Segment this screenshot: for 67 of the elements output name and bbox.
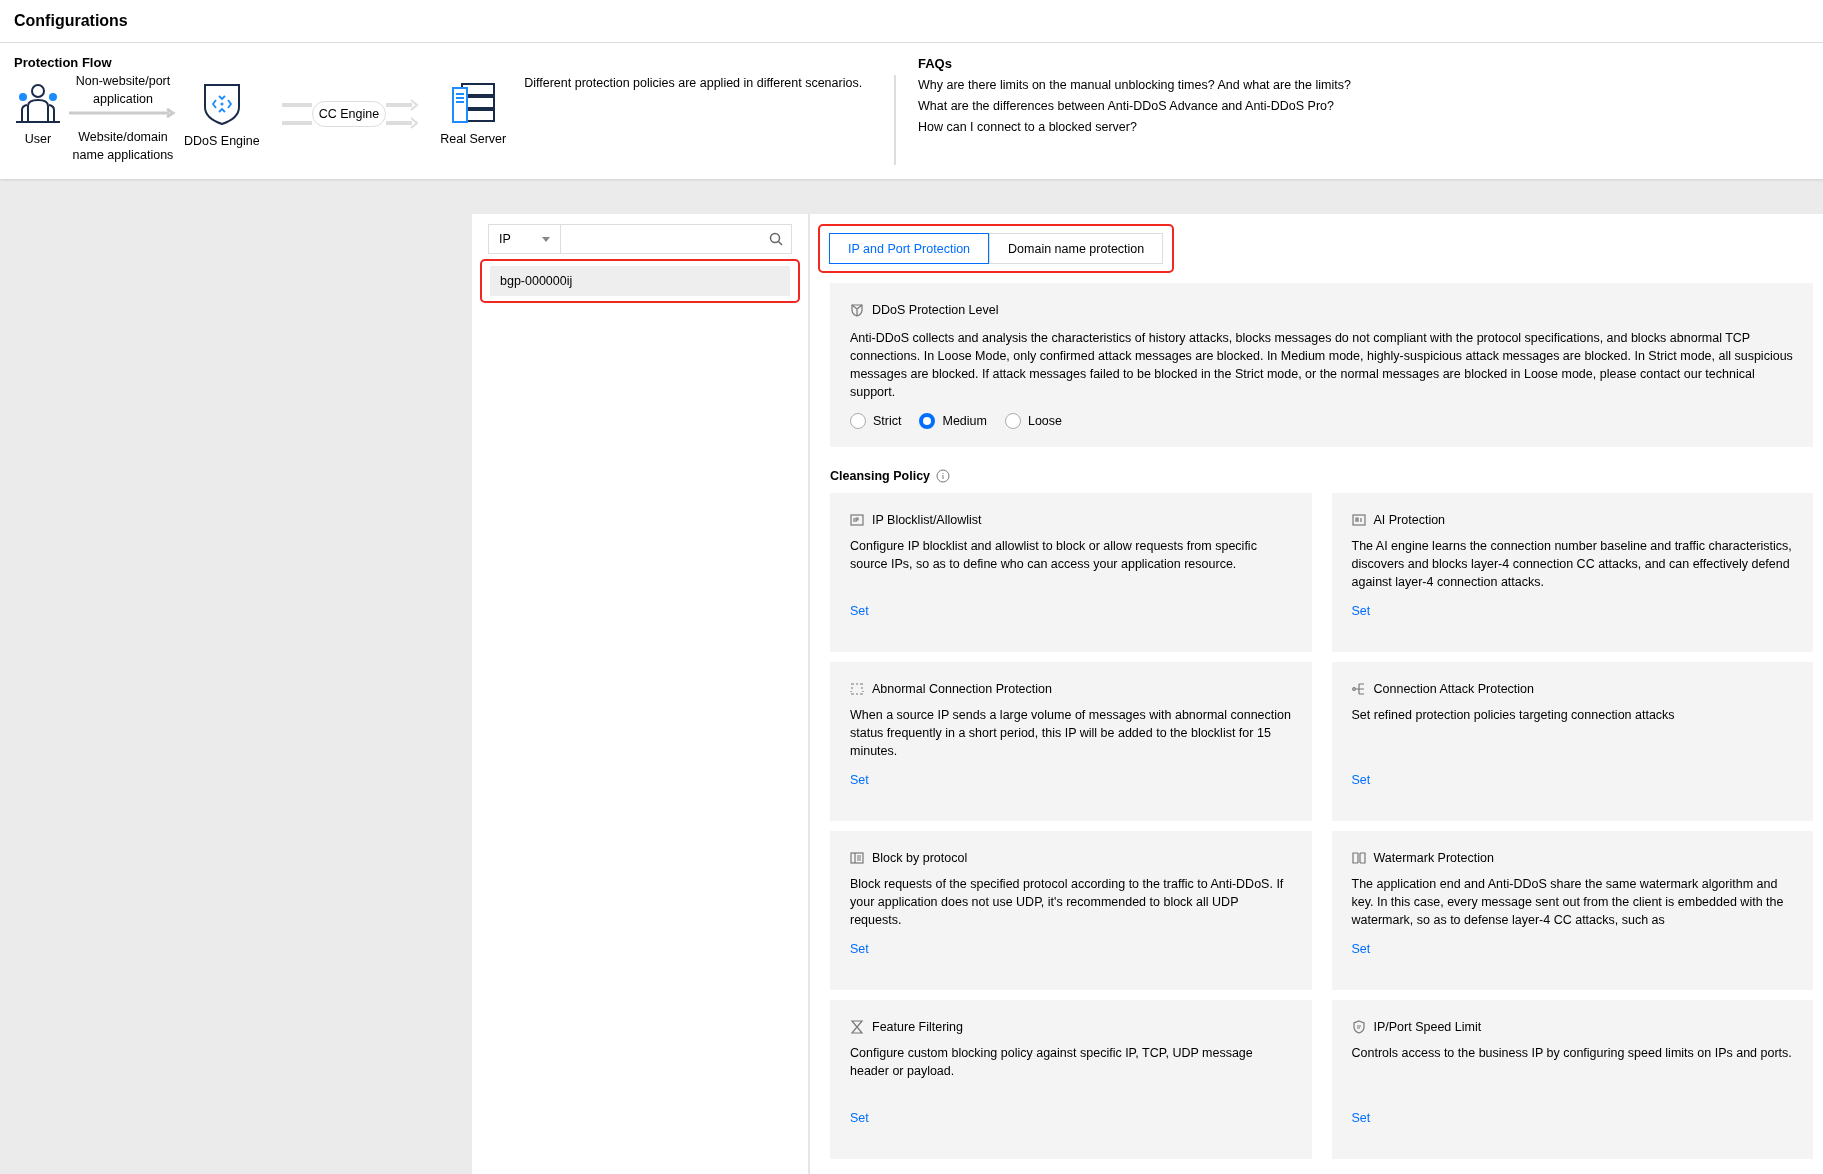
card-description: Block requests of the specified protocol according to the traffic to Anti-DDoS. If your application does not use UDP, it's recommended to block all UDP requests.: [850, 876, 1285, 929]
document-icon: [850, 851, 864, 865]
hourglass-icon: [850, 1020, 864, 1034]
page-title: Configurations: [14, 12, 128, 30]
card-title: Feature Filtering: [872, 1020, 963, 1034]
radio-option[interactable]: Loose: [1004, 413, 1062, 429]
search-field[interactable]: IP: [488, 224, 792, 254]
radio-option[interactable]: Strict: [850, 413, 902, 429]
set-link[interactable]: Set: [1351, 773, 1371, 787]
card-description: The application end and Anti-DDoS share the same watermark algorithm and key. In this case, every message sent out from the client is embedded with the watermark, so as to defense layer-4 CC attacks, such as: [1351, 876, 1785, 929]
card-title: Abnormal Connection Protection: [872, 682, 1052, 696]
users-icon: [14, 82, 62, 124]
set-link[interactable]: Set: [850, 604, 869, 618]
set-link[interactable]: Set: [850, 942, 869, 956]
faq-title: FAQs: [918, 56, 953, 71]
shield-icon: [201, 82, 242, 126]
card-description: When a source IP sends a large volume of messages with abnormal connection status frequently in a short period, this IP will be added to the blocklist for 15 minutes.: [850, 707, 1292, 760]
tab[interactable]: Domain name protection: [989, 233, 1164, 264]
card-description: Controls access to the business IP by configuring speed limits on IPs and ports.: [1351, 1045, 1793, 1062]
faq-link[interactable]: How can I connect to a blocked server?: [918, 117, 1351, 138]
arrow-icon: [69, 108, 177, 118]
cc-engine-node: CC Engine: [311, 101, 387, 127]
resource-item[interactable]: bgp-000000ij: [490, 266, 790, 296]
shield-icon: [850, 303, 864, 317]
shield-icon: [1351, 1020, 1366, 1034]
ai-tag-icon: [1351, 513, 1366, 527]
set-link[interactable]: Set: [1351, 942, 1371, 956]
radio-option[interactable]: Medium: [919, 413, 987, 429]
card-title: IP Blocklist/Allowlist: [872, 513, 982, 527]
card-title: DDoS Protection Level: [872, 303, 999, 317]
radio-icon[interactable]: [1004, 413, 1021, 429]
flow-label: Real Server: [440, 131, 507, 148]
set-link[interactable]: Set: [850, 1111, 869, 1125]
caret-icon: [542, 236, 550, 242]
faq-link[interactable]: What are the differences between Anti-DDoS Advance and Anti-DDoS Pro?: [918, 96, 1351, 117]
radio-icon[interactable]: [919, 413, 936, 429]
flow-label: Non-website/port application: [74, 73, 172, 108]
radio-icon[interactable]: [850, 413, 866, 429]
set-link[interactable]: Set: [1351, 604, 1371, 618]
card-title: Connection Attack Protection: [1373, 682, 1534, 696]
set-link[interactable]: Set: [1351, 1111, 1371, 1125]
card-title: Block by protocol: [872, 851, 968, 865]
flow-note: Different protection policies are applied in different scenarios.: [524, 76, 863, 90]
section-title: Protection Flow: [14, 55, 113, 70]
faq-link[interactable]: Why are there limits on the manual unblocking times? And what are the limits?: [918, 75, 1351, 96]
branch-icon: [1351, 682, 1366, 696]
search-icon: [769, 232, 783, 246]
server-icon: [450, 82, 497, 124]
dashed-frame-icon: [850, 682, 864, 696]
flow-label: Website/domain name applications: [71, 129, 175, 164]
card-description: Anti-DDoS collects and analysis the characteristics of history attacks, blocks messages do not compliant with the protocol specifications, and blocks abnormal TCP connections. In Loose Mode, only confirmed attack messages are blocked. In Medium mode, highly-suspicious attack messages are blocked. In Strict mode, all suspicious messages are blocked. If attack messages failed to be blocked in the Strict mode, or the normal messages are blocked in Loose mode, please contact our technical support.: [850, 330, 1793, 401]
card-description: Configure custom blocking policy against specific IP, TCP, UDP message header or payload.: [850, 1045, 1254, 1080]
section-title: Cleansing Policy: [830, 469, 931, 483]
info-icon[interactable]: [936, 469, 951, 483]
card-title: Watermark Protection: [1373, 851, 1494, 865]
book-icon: [1351, 851, 1366, 865]
card-description: The AI engine learns the connection number baseline and traffic characteristics, discovers and blocks layer-4 connection CC attacks, and can effectively defend against layer-4 connection attacks.: [1351, 538, 1793, 591]
card-description: Configure IP blocklist and allowlist to block or allow requests from specific source IPs, so as to define who can access your application resource.: [850, 538, 1258, 573]
set-link[interactable]: Set: [850, 773, 869, 787]
tab[interactable]: IP and Port Protection: [829, 233, 990, 264]
flow-label: User: [24, 131, 52, 148]
flow-label: DDoS Engine: [184, 133, 260, 150]
card-description: Set refined protection policies targeting connection attacks: [1351, 707, 1676, 724]
card-title: AI Protection: [1373, 513, 1446, 527]
card-title: IP/Port Speed Limit: [1373, 1020, 1482, 1034]
ip-tag-icon: [850, 513, 864, 527]
type-select[interactable]: IP: [489, 225, 561, 253]
